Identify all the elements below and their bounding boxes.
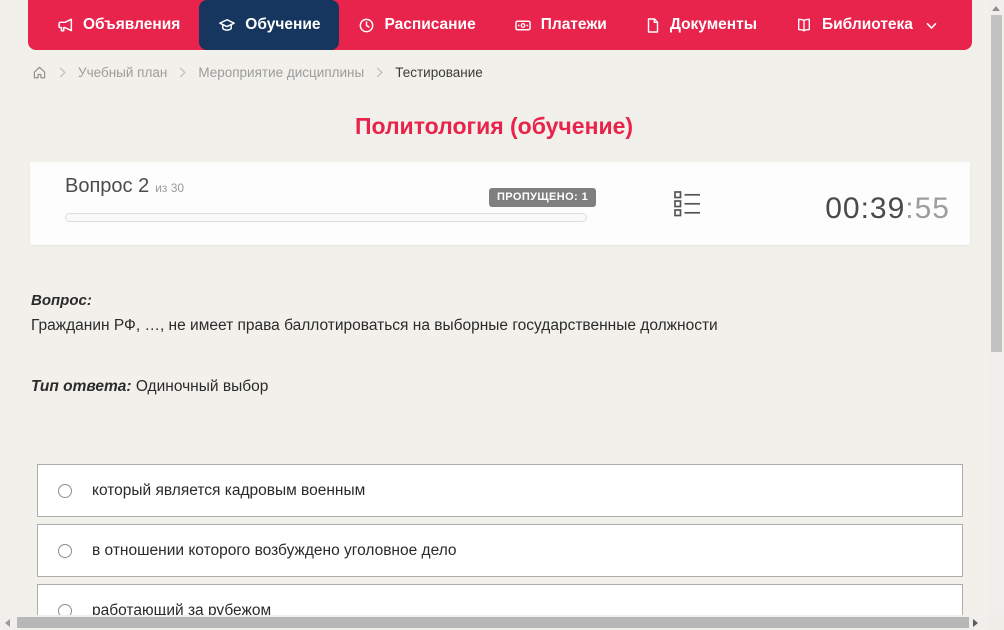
chevron-right-icon (179, 67, 187, 78)
answer-type-value: Одиночный выбор (135, 378, 269, 395)
nav-item-label: Расписание (384, 16, 476, 33)
nav-item-label: Документы (669, 16, 757, 33)
document-icon (645, 17, 661, 34)
skipped-badge: ПРОПУЩЕНО: 1 (489, 188, 597, 207)
timer-main: 00:39 (825, 192, 906, 225)
megaphone-icon (57, 17, 74, 34)
answer-option-1[interactable]: который является кадровым военным (37, 464, 963, 517)
scroll-left-arrow-icon[interactable] (5, 619, 10, 627)
question-total: из 30 (155, 181, 185, 195)
nav-item-payments[interactable]: Платежи (495, 0, 626, 50)
timer: 00:39:55 (825, 192, 950, 226)
nav-item-announcements[interactable]: Объявления (38, 0, 199, 50)
scrollbar-corner (988, 615, 1004, 630)
timer-seconds: :55 (905, 192, 950, 225)
chevron-down-icon (926, 22, 937, 30)
page-title: Политология (обучение) (354, 113, 634, 139)
radio-button[interactable] (58, 483, 72, 498)
main-nav: Объявления Обучение Расписание Платежи Д… (28, 0, 972, 50)
vertical-scrollbar[interactable] (988, 0, 1004, 630)
clock-icon (358, 17, 375, 34)
book-icon (795, 17, 813, 34)
breadcrumb-discipline-event[interactable]: Мероприятие дисциплины (198, 65, 364, 80)
horizontal-scrollbar[interactable] (0, 615, 988, 630)
nav-item-learning[interactable]: Обучение (199, 0, 340, 50)
banknote-icon (514, 17, 532, 34)
answer-option-2[interactable]: в отношении которого возбуждено уголовно… (37, 524, 963, 577)
nav-item-library[interactable]: Библиотека (776, 0, 956, 50)
breadcrumb-testing: Тестирование (395, 64, 483, 80)
question-counter: Вопрос 2 из 30 (65, 175, 184, 198)
nav-item-label: Обучение (245, 16, 321, 33)
vertical-scrollbar-thumb[interactable] (991, 15, 1002, 352)
nav-item-label: Объявления (83, 16, 181, 33)
answer-type: Тип ответа: Одиночный выбор (31, 378, 268, 396)
question-text: Гражданин РФ, …, не имеет права баллотир… (31, 317, 718, 334)
answer-option-label: в отношении которого возбуждено уголовно… (92, 541, 457, 559)
nav-item-label: Платежи (540, 16, 607, 33)
horizontal-scrollbar-thumb[interactable] (17, 617, 969, 628)
breadcrumb: Учебный план Мероприятие дисциплины Тест… (32, 62, 483, 82)
scroll-right-arrow-icon[interactable] (973, 619, 978, 627)
list-icon (673, 190, 701, 221)
breadcrumb-curriculum[interactable]: Учебный план (78, 65, 167, 80)
answer-option-label: который является кадровым военным (92, 481, 366, 499)
chevron-right-icon (59, 67, 66, 78)
nav-item-label: Библиотека (822, 16, 913, 33)
answer-type-label: Тип ответа: (31, 378, 132, 395)
chevron-right-icon (376, 67, 383, 78)
question-list-button[interactable] (672, 190, 702, 220)
graduation-cap-icon (218, 17, 236, 34)
radio-button[interactable] (58, 543, 72, 558)
question-heading: Вопрос: (31, 292, 92, 309)
question-number: Вопрос 2 (65, 175, 150, 197)
progress-bar (65, 213, 587, 222)
home-icon[interactable] (32, 65, 47, 80)
quiz-header-card: Вопрос 2 из 30 ПРОПУЩЕНО: 1 00:39:55 (30, 162, 970, 245)
nav-item-documents[interactable]: Документы (626, 0, 776, 50)
scroll-up-arrow-icon[interactable] (992, 6, 1000, 11)
nav-item-schedule[interactable]: Расписание (339, 0, 494, 50)
